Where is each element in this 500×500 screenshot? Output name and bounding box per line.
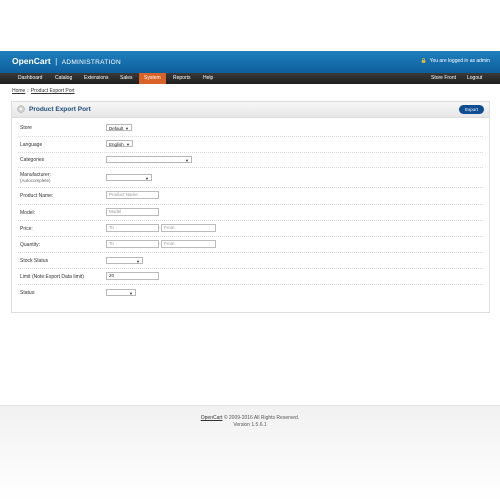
chevron-down-icon: ▼ [185, 158, 189, 163]
menu-item-sales[interactable]: Sales [115, 73, 138, 84]
price-from-input[interactable]: From [161, 224, 216, 232]
menu-item-help[interactable]: Help [198, 73, 218, 84]
chevron-down-icon: ▼ [126, 142, 130, 147]
product-name-input[interactable]: Product Name [106, 191, 159, 199]
limit-label: Limit (Note:Export Data limit) [20, 274, 84, 280]
categories-select[interactable]: ▼ [106, 156, 192, 163]
logged-in-text: You are logged in as admin [429, 58, 490, 64]
store-select-value: Default [109, 126, 124, 131]
top-whitespace [0, 0, 500, 51]
form-row-language: Language English ▼ [18, 136, 483, 153]
manufacturer-label: Manufacturer: (Autocomplete) [20, 172, 51, 184]
language-label: Language [20, 142, 43, 148]
model-input[interactable]: Model [106, 208, 159, 216]
chevron-down-icon: ▼ [125, 126, 129, 131]
status-select[interactable]: ▼ [106, 289, 136, 296]
breadcrumb-current[interactable]: Product Export Port [31, 88, 75, 94]
status-label: Status: [20, 290, 36, 296]
menu-item-dashboard[interactable]: Dashboard [13, 73, 47, 84]
language-select[interactable]: English ▼ [106, 140, 133, 147]
logo-text: OpenCart [12, 56, 51, 66]
chevron-down-icon: ▼ [129, 291, 133, 296]
store-select[interactable]: Default ▼ [106, 124, 132, 131]
form-row-product-name: Product Name: Product Name [18, 187, 483, 205]
main-menu: Dashboard Catalog Extensions Sales Syste… [0, 73, 500, 84]
breadcrumb-home[interactable]: Home [12, 88, 25, 94]
lock-icon [422, 58, 426, 63]
box-heading: Product Export Port Export [12, 102, 489, 118]
form-row-quantity: Quantity: To - From [18, 236, 483, 253]
form-row-categories: Categories ▼ [18, 152, 483, 168]
page-title: Product Export Port [29, 106, 91, 113]
menu-item-extensions[interactable]: Extensions [79, 73, 113, 84]
form-row-status: Status: ▼ [18, 284, 483, 300]
chevron-down-icon: ▼ [145, 176, 149, 181]
quantity-from-input[interactable]: From [161, 240, 216, 248]
footer-copyright-line: OpenCart © 2009-2016 All Rights Reserved… [201, 415, 299, 421]
categories-label: Categories [20, 157, 45, 163]
quantity-label: Quantity: [20, 242, 41, 248]
chevron-down-icon: ▼ [136, 259, 140, 264]
quantity-to-input[interactable]: To [106, 240, 159, 248]
store-label: Store [20, 125, 32, 131]
stock-status-label: Stock Status [20, 258, 49, 264]
footer-divider [0, 405, 500, 406]
form-row-manufacturer: Manufacturer: (Autocomplete) ▼ [18, 167, 483, 188]
footer-version: Version 1.5.6.1 [233, 422, 267, 428]
manufacturer-sublabel: (Autocomplete) [20, 178, 51, 183]
form-row-store: Store Default ▼ [18, 119, 483, 137]
export-gear-icon [17, 105, 25, 113]
logo[interactable]: OpenCart | ADMINISTRATION [12, 56, 121, 66]
menu-item-system[interactable]: System [139, 73, 166, 84]
menu-item-reports[interactable]: Reports [168, 73, 196, 84]
footer-copyright: © 2009-2016 All Rights Reserved. [222, 415, 300, 421]
breadcrumb-separator: :: [26, 88, 30, 94]
menu-item-logout[interactable]: Logout [462, 73, 487, 84]
export-box: Product Export Port Export Store Default… [11, 101, 490, 313]
form-row-limit: Limit (Note:Export Data limit) 20 [18, 268, 483, 285]
model-label: Model: [20, 210, 36, 216]
menu-item-catalog[interactable]: Catalog [50, 73, 77, 84]
form-row-model: Model: Model [18, 204, 483, 221]
stock-status-select[interactable]: ▼ [106, 257, 143, 264]
language-select-value: English [109, 142, 124, 147]
breadcrumb: Home :: Product Export Port [12, 88, 75, 94]
manufacturer-select[interactable]: ▼ [106, 174, 152, 181]
logged-in-status: You are logged in as admin [421, 58, 490, 64]
footer: OpenCart © 2009-2016 All Rights Reserved… [0, 415, 500, 429]
logo-admin-text: ADMINISTRATION [61, 59, 122, 66]
form-row-price: Price: To - From [18, 220, 483, 237]
limit-input[interactable]: 20 [106, 272, 159, 280]
price-label: Price: [20, 226, 33, 232]
logo-separator: | [55, 56, 58, 66]
price-to-input[interactable]: To [106, 224, 159, 232]
form-row-stock-status: Stock Status ▼ [18, 252, 483, 269]
product-name-label: Product Name: [20, 193, 54, 199]
export-button[interactable]: Export [459, 105, 484, 114]
admin-header: OpenCart | ADMINISTRATION You are logged… [0, 51, 500, 73]
footer-opencart-link[interactable]: OpenCart [201, 415, 223, 421]
menu-item-store-front[interactable]: Store Front [426, 73, 461, 84]
